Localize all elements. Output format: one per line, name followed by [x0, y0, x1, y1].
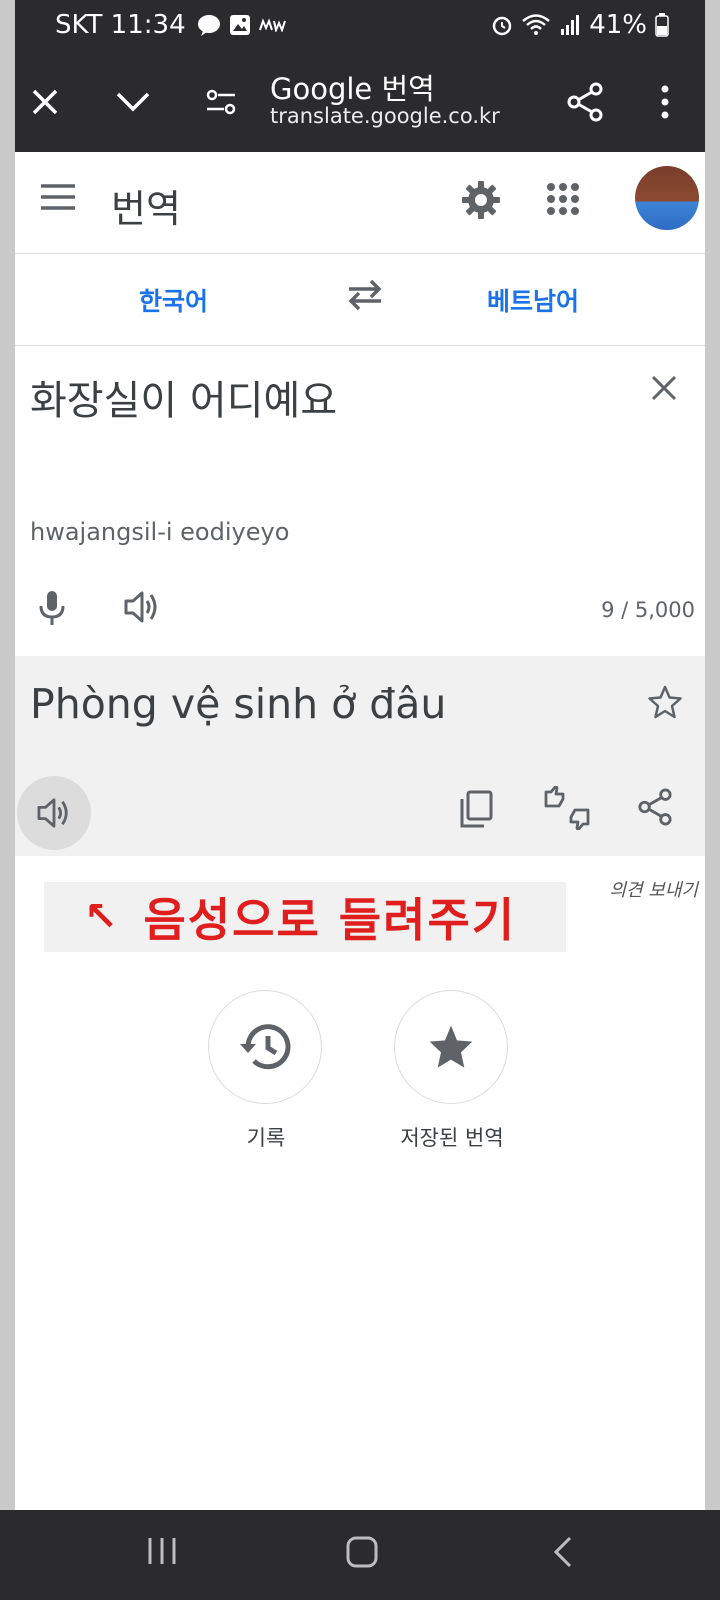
- annotation-arrow: ↖: [84, 894, 118, 940]
- swap-languages-button[interactable]: [345, 278, 385, 316]
- saved-label: 저장된 번역: [400, 1126, 504, 1150]
- microphone-icon: [39, 591, 65, 625]
- gear-icon: [462, 181, 500, 219]
- close-icon: [32, 89, 58, 115]
- translated-text: Phòng vệ sinh ở đâu: [30, 680, 447, 728]
- talk-icon: [198, 15, 220, 36]
- home-button[interactable]: [346, 1536, 378, 1572]
- saved-button[interactable]: [394, 990, 508, 1104]
- status-carrier-time: SKT 11:34: [55, 10, 186, 40]
- site-settings-button[interactable]: [197, 78, 245, 126]
- source-input-area[interactable]: 화장실이 어디예요 hwajangsil-i eodiyeyo 9 / 5,00…: [15, 346, 705, 656]
- character-counter: 9 / 5,000: [601, 598, 695, 622]
- copy-translation-button[interactable]: [459, 790, 493, 832]
- speaker-icon: [124, 591, 157, 623]
- share-button[interactable]: [561, 78, 609, 126]
- listen-source-button[interactable]: [123, 590, 161, 628]
- browser-title: Google 번역: [270, 72, 435, 106]
- browser-toolbar: Google 번역 translate.google.co.kr: [15, 52, 705, 152]
- signal-icon: [561, 15, 580, 35]
- menu-button[interactable]: [41, 184, 75, 214]
- rate-translation-button[interactable]: [543, 784, 591, 834]
- send-feedback-link[interactable]: 의견 보내기: [609, 876, 698, 902]
- close-icon: [651, 375, 677, 401]
- annotation-callout: ↖ 음성으로 들려주기: [44, 882, 566, 952]
- close-tab-button[interactable]: [21, 78, 69, 126]
- battery-percent: 41%: [589, 10, 647, 40]
- back-icon: [553, 1536, 572, 1568]
- source-text[interactable]: 화장실이 어디예요: [30, 368, 337, 426]
- share-translation-button[interactable]: [637, 788, 673, 830]
- thumbs-up-down-icon: [544, 784, 590, 832]
- wifi-icon: [522, 14, 551, 35]
- app-bar: 번역: [15, 152, 705, 254]
- translation-output-area: Phòng vệ sinh ở đâu: [15, 656, 705, 856]
- status-bar: SKT 11:34 41%: [15, 0, 705, 52]
- history-button[interactable]: [208, 990, 322, 1104]
- tune-icon: [206, 89, 236, 115]
- more-vert-icon: [661, 85, 669, 119]
- target-language-button[interactable]: 베트남어: [487, 282, 579, 318]
- recent-apps-icon: [148, 1538, 176, 1564]
- page-title: 번역: [111, 187, 181, 231]
- recent-apps-button[interactable]: [146, 1536, 178, 1570]
- listen-translation-button[interactable]: [17, 776, 91, 850]
- share-icon: [567, 82, 603, 122]
- minimize-button[interactable]: [109, 78, 157, 126]
- clear-input-button[interactable]: [650, 374, 678, 406]
- more-options-button[interactable]: [641, 78, 689, 126]
- voice-input-button[interactable]: [37, 590, 67, 630]
- avatar[interactable]: [635, 166, 699, 230]
- hamburger-menu-icon: [41, 184, 75, 210]
- speaker-icon: [37, 798, 68, 828]
- language-bar: 한국어 베트남어: [15, 254, 705, 346]
- alarm-icon: [492, 16, 512, 36]
- system-nav-bar: [0, 1510, 720, 1600]
- star-icon: [429, 1025, 473, 1068]
- chevron-down-icon: [116, 92, 150, 112]
- star-outline-icon: [648, 685, 682, 719]
- settings-button[interactable]: [461, 180, 501, 224]
- history-label: 기록: [246, 1126, 286, 1150]
- notification-icons: [197, 14, 287, 36]
- status-right: 41%: [491, 10, 669, 40]
- mw-icon: [259, 18, 286, 32]
- swap-icon: [348, 279, 382, 311]
- apps-grid-icon: [547, 183, 579, 215]
- browser-url[interactable]: translate.google.co.kr: [270, 104, 500, 128]
- share-icon: [638, 788, 672, 826]
- history-icon: [240, 1024, 291, 1070]
- image-icon: [230, 15, 250, 35]
- apps-button[interactable]: [546, 182, 580, 220]
- save-translation-button[interactable]: [647, 684, 683, 724]
- copy-icon: [460, 790, 493, 828]
- battery-icon: [655, 13, 669, 37]
- home-icon: [346, 1536, 378, 1568]
- back-button[interactable]: [552, 1536, 574, 1572]
- annotation-text: 음성으로 들려주기: [143, 893, 517, 947]
- source-language-button[interactable]: 한국어: [139, 282, 208, 318]
- romanization-text: hwajangsil-i eodiyeyo: [30, 518, 290, 546]
